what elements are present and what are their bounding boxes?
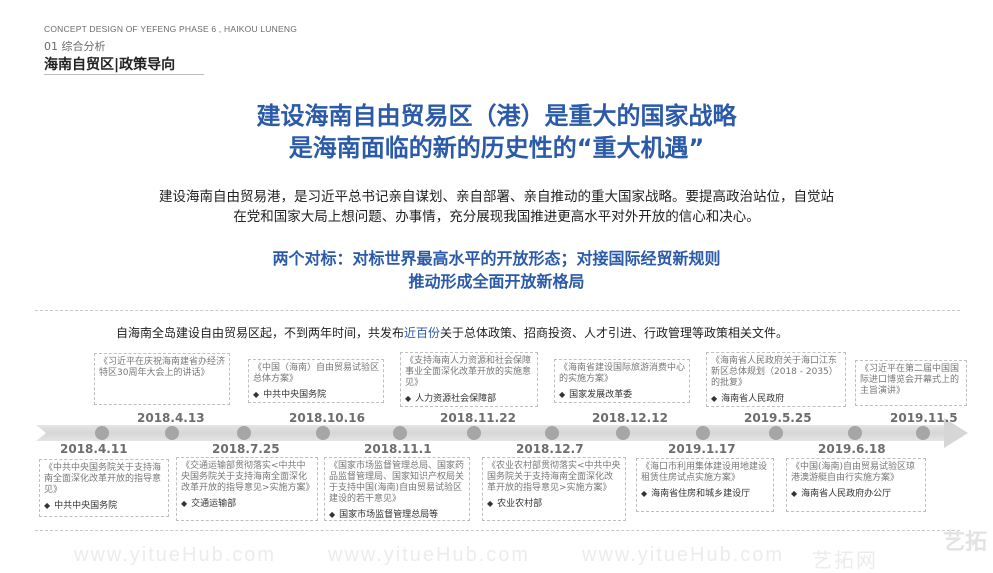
header-section: 01 综合分析: [44, 40, 106, 53]
timeline-dot: [848, 426, 862, 440]
event-date: 2019.11.5: [890, 411, 958, 425]
event-date: 2019.5.25: [744, 411, 812, 425]
timeline-dot: [696, 426, 710, 440]
event-source: 海南省人民政府办公厅: [791, 486, 921, 499]
event-date: 2018.12.12: [592, 411, 668, 425]
timeline-dot: [393, 426, 407, 440]
event-date: 2018.4.13: [137, 411, 205, 425]
intro-line1: 建设海南自由贸易港，是习近平总书记亲自谋划、亲自部署、亲自推动的重大国家战略。要…: [159, 189, 834, 205]
event-title: 《交通运输部贯彻落实<中共中央国务院关于支持海南全面深化改革开放的指导意见>实施…: [181, 461, 315, 493]
watermark-url: www.yitueHub.com: [582, 544, 785, 566]
event-card: 《农业农村部贯彻落实<中共中央国务院关于支持海南全面深化改革开放的指导意见>实施…: [482, 457, 626, 521]
event-source: 人力资源社会保障部: [405, 391, 533, 404]
watermark-url: www.yitueHub.com: [328, 544, 531, 566]
event-source: 国家市场监督管理总局等: [329, 507, 465, 520]
event-card: 《国家市场监督管理总局、国家药品监督管理局、国家知识产权局关于支持中国(海南)自…: [324, 457, 470, 521]
event-card: 《中国（海南）自由贸易试验区总体方案》 中共中央国务院: [248, 359, 384, 403]
event-card: 《习近平在庆祝海南建省办经济特区30周年大会上的讲话》: [94, 353, 230, 405]
event-date: 2018.11.22: [440, 411, 516, 425]
headline-line2: 是海南面临的新的历史性的“重大机遇”: [288, 134, 705, 162]
subheadline-line2: 推动形成全面开放新格局: [408, 272, 585, 291]
event-card: 《支持海南人力资源和社会保障事业全面深化改革开放的实施意见》 人力资源社会保障部: [400, 352, 538, 407]
page-title: 海南自贸区|政策导向: [44, 57, 176, 73]
timeline-dot: [237, 426, 251, 440]
event-card: 《中共中央国务院关于支持海南全面深化改革开放的指导意见》 中共中央国务院: [39, 459, 169, 517]
subheadline-line1: 两个对标：对标世界最高水平的开放形态；对接国际经贸新规则: [272, 249, 721, 268]
event-title: 《海南省建设国际旅游消费中心的实施方案》: [559, 363, 686, 384]
timeline-dot: [769, 426, 783, 440]
event-source: 中共中央国务院: [44, 498, 164, 511]
timeline-dot: [916, 426, 930, 440]
event-title: 《中国(海南)自由贸易试验区琼港澳游艇自由行实施方案》: [791, 462, 916, 483]
headline-line1: 建设海南自由贸易区（港）是重大的国家战略: [256, 102, 737, 130]
timeline-dot: [616, 426, 630, 440]
event-source: 交通运输部: [181, 496, 313, 509]
event-title: 《国家市场监督管理总局、国家药品监督管理局、国家知识产权局关于支持中国(海南)自…: [329, 461, 465, 504]
event-source: 海南省住房和城乡建设厅: [641, 486, 769, 499]
event-card: 《海口市利用集体建设用地建设租赁住房试点实施方案》 海南省住房和城乡建设厅: [636, 458, 774, 512]
event-card: 《海南省人民政府关于海口江东新区总体规划（2018 - 2035）的批复》 海南…: [706, 352, 846, 407]
event-source: 中共中央国务院: [253, 387, 379, 400]
title-divider: [44, 74, 204, 75]
event-title: 《中共中央国务院关于支持海南全面深化改革开放的指导意见》: [44, 463, 162, 495]
event-date: 2018.12.7: [516, 442, 584, 456]
event-date: 2018.10.16: [289, 411, 365, 425]
statement-before: 自海南全岛建设自由贸易区起，不到两年时间，共发布: [116, 326, 405, 340]
event-date: 2019.1.17: [668, 442, 736, 456]
event-source: 国家发展改革委: [559, 387, 685, 400]
event-title: 《海南省人民政府关于海口江东新区总体规划（2018 - 2035）的批复》: [711, 356, 838, 388]
watermark-url: www.yitueHub.com: [74, 544, 277, 566]
event-title: 《海口市利用集体建设用地建设租赁住房试点实施方案》: [641, 462, 768, 483]
event-source: 海南省人民政府: [711, 391, 841, 404]
event-title: 《农业农村部贯彻落实<中共中央国务院关于支持海南全面深化改革开放的指导意见>实施…: [487, 461, 621, 493]
divider-bottom: [35, 530, 960, 531]
divider-top: [35, 310, 960, 311]
policy-statement: 自海南全岛建设自由贸易区起，不到两年时间，共发布近百份关于总体政策、招商投资、人…: [116, 324, 788, 341]
event-card: 《习近平在第二届中国国际进口博览会开幕式上的主旨演讲》: [855, 360, 967, 406]
timeline-dot: [165, 426, 179, 440]
timeline-dot: [467, 426, 481, 440]
watermark-logo: 艺拓: [942, 530, 987, 555]
event-card: 《海南省建设国际旅游消费中心的实施方案》 国家发展改革委: [554, 359, 690, 403]
event-date: 2018.11.1: [364, 442, 432, 456]
statement-after: 关于总体政策、招商投资、人才引进、行政管理等政策相关文件。: [440, 326, 789, 340]
timeline-dot: [545, 426, 559, 440]
event-title: 《习近平在庆祝海南建省办经济特区30周年大会上的讲话》: [99, 357, 226, 378]
intro-line2: 在党和国家大局上想问题、办事情，充分展现我国推进更高水平对外开放的信心和决心。: [233, 209, 760, 225]
timeline-tail: [36, 425, 46, 441]
event-title: 《习近平在第二届中国国际进口博览会开幕式上的主旨演讲》: [860, 364, 960, 396]
event-date: 2019.6.18: [818, 442, 886, 456]
event-source: 农业农村部: [487, 496, 621, 509]
header-project: CONCEPT DESIGN OF YEFENG PHASE 6 , HAIKO…: [44, 24, 298, 34]
event-title: 《支持海南人力资源和社会保障事业全面深化改革开放的实施意见》: [405, 356, 532, 388]
event-card: 《中国(海南)自由贸易试验区琼港澳游艇自由行实施方案》 海南省人民政府办公厅: [786, 458, 926, 512]
timeline-dot: [95, 426, 109, 440]
event-date: 2018.7.25: [212, 442, 280, 456]
event-title: 《中国（海南）自由贸易试验区总体方案》: [253, 363, 380, 384]
event-date: 2018.4.11: [60, 442, 128, 456]
event-card: 《交通运输部贯彻落实<中共中央国务院关于支持海南全面深化改革开放的指导意见>实施…: [176, 457, 318, 521]
timeline-dot: [316, 426, 330, 440]
watermark-brand: 艺拓网: [812, 550, 878, 572]
statement-highlight: 近百份: [404, 326, 441, 340]
